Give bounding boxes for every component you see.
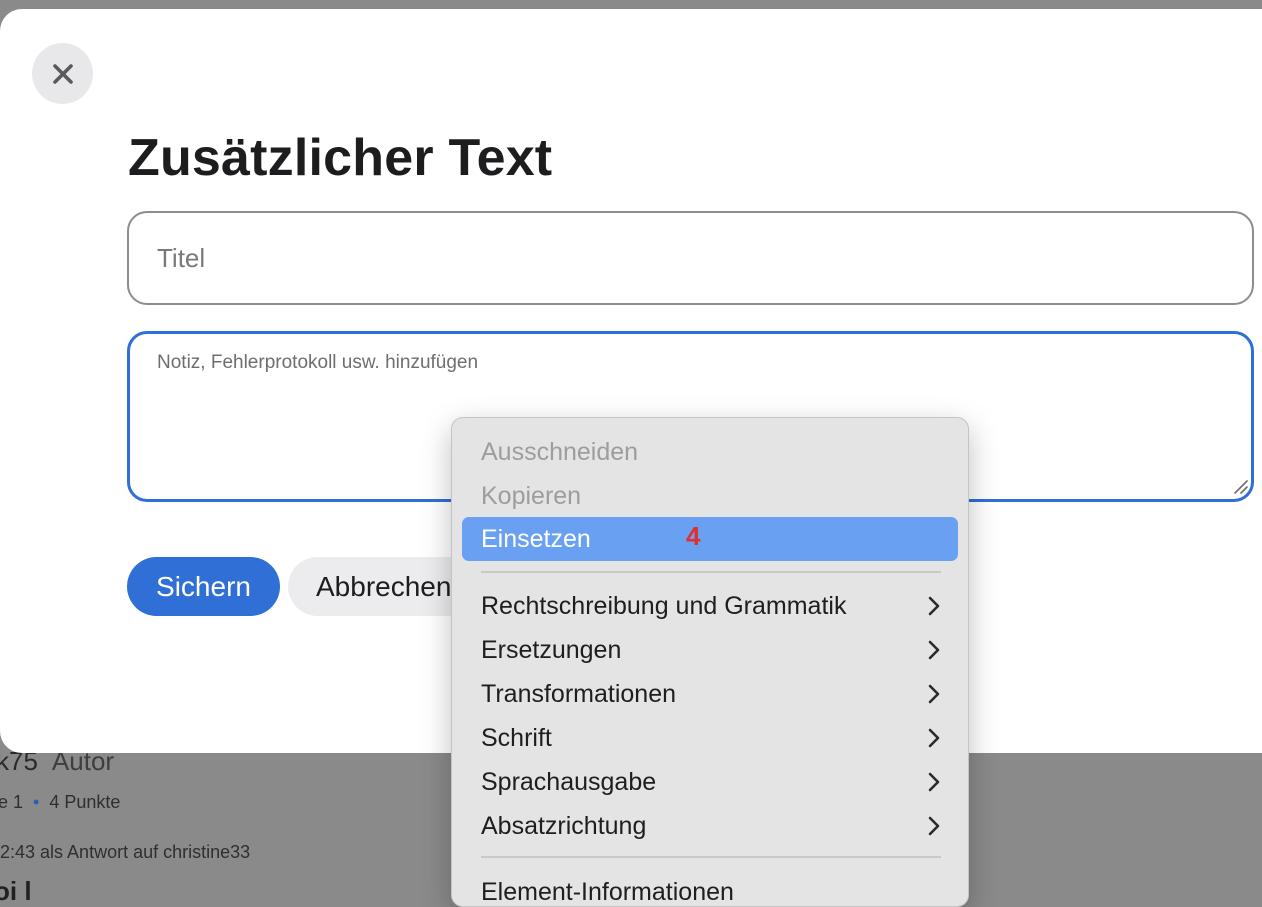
chevron-right-icon xyxy=(928,684,940,704)
menu-separator xyxy=(481,571,941,573)
menu-item-label: Kopieren xyxy=(481,481,582,510)
menu-item-spelling-grammar[interactable]: Rechtschreibung und Grammatik xyxy=(462,584,958,628)
chevron-right-icon xyxy=(928,816,940,836)
menu-item-copy[interactable]: Kopieren xyxy=(462,474,958,518)
post-text-partial: oi l xyxy=(0,876,32,906)
close-button[interactable] xyxy=(32,43,93,104)
author-level: e 1 xyxy=(0,792,24,812)
chevron-right-icon xyxy=(928,772,940,792)
menu-item-font[interactable]: Schrift xyxy=(462,716,958,760)
menu-item-label: Einsetzen xyxy=(481,524,591,553)
menu-item-transformations[interactable]: Transformationen xyxy=(462,672,958,716)
menu-item-label: Element-Informationen xyxy=(481,877,734,906)
menu-item-label: Absatzrichtung xyxy=(481,811,647,840)
context-menu: Ausschneiden Kopieren Einsetzen 4 Rechts… xyxy=(451,417,969,907)
menu-item-speech[interactable]: Sprachausgabe xyxy=(462,760,958,804)
menu-item-label: Schrift xyxy=(481,723,552,752)
author-stats: e 1 • 4 Punkte xyxy=(0,792,120,813)
menu-item-paste[interactable]: Einsetzen 4 xyxy=(462,517,958,561)
dialog-title: Zusätzlicher Text xyxy=(128,129,553,187)
menu-item-label: Sprachausgabe xyxy=(481,767,657,796)
separator-dot: • xyxy=(33,792,40,812)
reply-info: l2:43 als Antwort auf christine33 xyxy=(0,842,251,862)
menu-separator xyxy=(481,856,941,858)
save-button[interactable]: Sichern xyxy=(127,557,280,616)
menu-item-label: Transformationen xyxy=(481,679,676,708)
close-icon xyxy=(52,63,73,84)
menu-item-cut[interactable]: Ausschneiden xyxy=(462,430,958,474)
menu-item-label: Rechtschreibung und Grammatik xyxy=(481,591,847,620)
title-input[interactable] xyxy=(127,211,1254,305)
author-points: 4 Punkte xyxy=(49,792,121,812)
menu-item-label: Ausschneiden xyxy=(481,437,639,466)
chevron-right-icon xyxy=(928,640,940,660)
menu-item-label: Ersetzungen xyxy=(481,635,622,664)
menu-item-paragraph-direction[interactable]: Absatzrichtung xyxy=(462,804,958,848)
step-badge: 4 xyxy=(686,521,701,551)
chevron-right-icon xyxy=(928,596,940,616)
resize-grip-icon[interactable] xyxy=(1232,478,1248,494)
menu-item-substitutions[interactable]: Ersetzungen xyxy=(462,628,958,672)
menu-item-inspect-element[interactable]: Element-Informationen xyxy=(462,870,958,906)
chevron-right-icon xyxy=(928,728,940,748)
